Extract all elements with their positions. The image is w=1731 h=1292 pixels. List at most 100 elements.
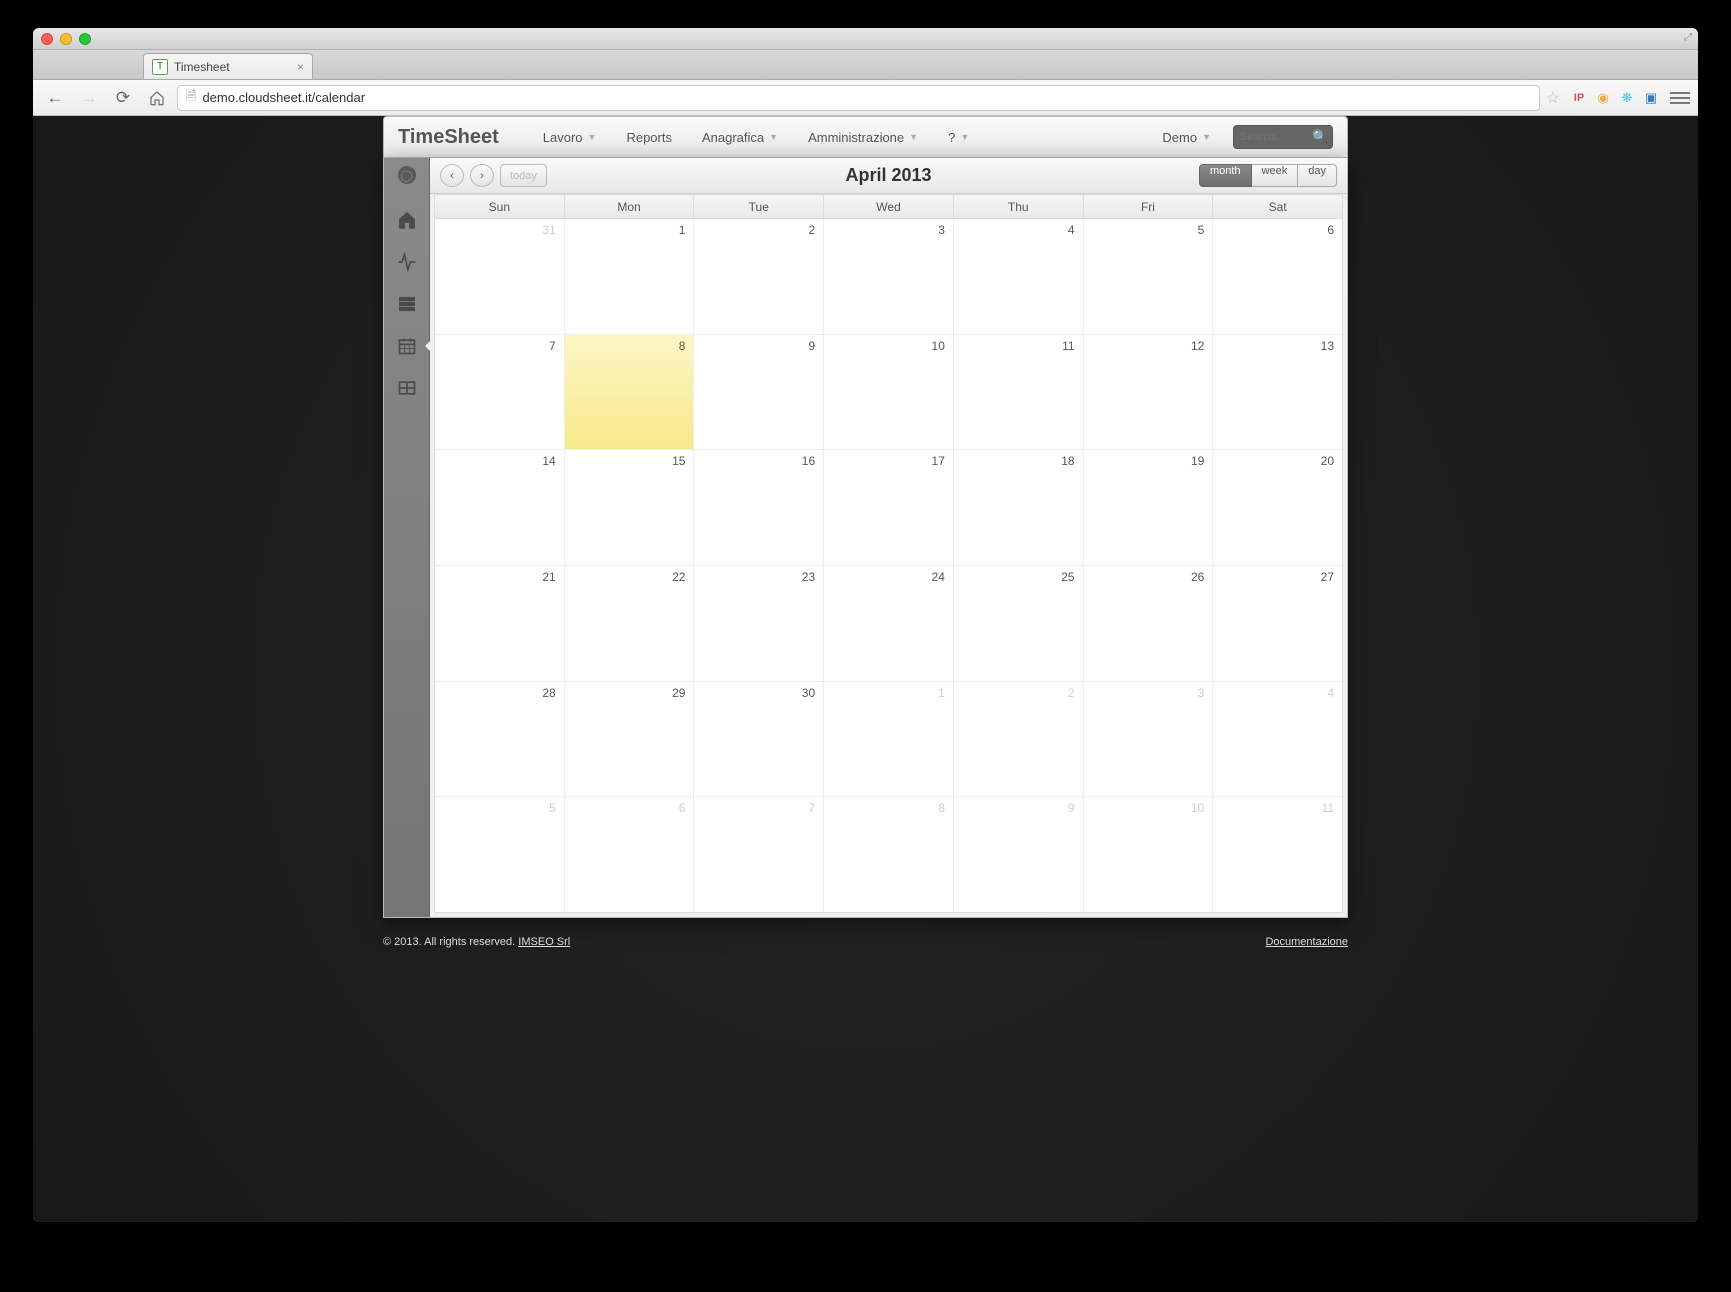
calendar-today-button[interactable]: today [500, 164, 547, 187]
calendar-day-cell[interactable]: 6 [1213, 219, 1342, 334]
menu-lavoro[interactable]: Lavoro▼ [529, 124, 611, 151]
back-button[interactable]: ← [41, 85, 69, 111]
tab-strip: T Timesheet × [33, 50, 1698, 80]
bookmark-star-icon[interactable]: ☆ [1546, 88, 1560, 108]
calendar-day-cell[interactable]: 28 [435, 682, 565, 797]
calendar-day-cell[interactable]: 11 [1213, 797, 1342, 912]
calendar-day-cell[interactable]: 3 [824, 219, 954, 334]
menu-label: Amministrazione [808, 130, 904, 145]
calendar-day-cell[interactable]: 10 [1084, 797, 1214, 912]
calendar-day-cell[interactable]: 15 [565, 450, 695, 565]
calendar-day-cell[interactable]: 2 [694, 219, 824, 334]
calendar-day-cell[interactable]: 22 [565, 566, 695, 681]
calendar-day-cell[interactable]: 29 [565, 682, 695, 797]
calendar-day-cell[interactable]: 5 [1084, 219, 1214, 334]
sidebar-item-activity[interactable] [395, 250, 419, 274]
calendar-day-cell[interactable]: 27 [1213, 566, 1342, 681]
calendar-day-cell[interactable]: 9 [954, 797, 1084, 912]
calendar-day-cell[interactable]: 21 [435, 566, 565, 681]
calendar-day-cell[interactable]: 1 [565, 219, 695, 334]
reload-button[interactable]: ⟳ [109, 85, 137, 111]
calendar-day-cell[interactable]: 14 [435, 450, 565, 565]
calendar-day-cell[interactable]: 8 [824, 797, 954, 912]
page-icon: 🗎 [186, 87, 196, 109]
view-month-button[interactable]: month [1199, 164, 1252, 187]
calendar-day-cell[interactable]: 4 [954, 219, 1084, 334]
sidebar-item-home[interactable] [395, 208, 419, 232]
calendar-day-cell[interactable]: 19 [1084, 450, 1214, 565]
calendar-day-cell[interactable]: 20 [1213, 450, 1342, 565]
calendar-day-number: 1 [938, 686, 945, 700]
calendar-day-cell[interactable]: 7 [694, 797, 824, 912]
footer-doc-link[interactable]: Documentazione [1265, 936, 1348, 948]
search-icon[interactable]: 🔍 [1312, 129, 1328, 145]
view-day-button[interactable]: day [1298, 164, 1337, 187]
calendar-day-cell[interactable]: 6 [565, 797, 695, 912]
calendar-day-cell[interactable]: 10 [824, 335, 954, 450]
footer-company-link[interactable]: IMSEO Srl [518, 936, 570, 948]
calendar-next-button[interactable]: › [470, 164, 494, 187]
search-box[interactable]: 🔍 [1233, 125, 1333, 149]
calendar-day-cell[interactable]: 8 [565, 335, 695, 450]
sidebar-item-list[interactable] [395, 292, 419, 316]
forward-button[interactable]: → [75, 85, 103, 111]
browser-menu-button[interactable] [1670, 92, 1690, 104]
browser-tab[interactable]: T Timesheet × [143, 53, 313, 79]
extension-radar-icon[interactable]: ◉ [1594, 89, 1612, 107]
menu-amministrazione[interactable]: Amministrazione▼ [794, 124, 932, 151]
calendar-icon [397, 336, 417, 356]
window-minimize-button[interactable] [60, 33, 72, 45]
resize-icon[interactable]: ⤢ [1684, 32, 1692, 43]
extension-windows-icon[interactable]: ▣ [1642, 89, 1660, 107]
calendar-day-number: 17 [932, 454, 945, 468]
calendar-day-cell[interactable]: 3 [1084, 682, 1214, 797]
user-menu[interactable]: Demo▼ [1150, 124, 1223, 151]
menu-label: Anagrafica [702, 130, 764, 145]
browser-toolbar: ← → ⟳ 🗎 demo.cloudsheet.it/calendar ☆ IP… [33, 80, 1698, 116]
search-input[interactable] [1240, 131, 1312, 143]
menu-help[interactable]: ?▼ [934, 124, 983, 151]
home-icon [397, 210, 417, 230]
calendar-day-cell[interactable]: 23 [694, 566, 824, 681]
calendar-day-cell[interactable]: 24 [824, 566, 954, 681]
window-zoom-button[interactable] [79, 33, 91, 45]
tab-close-icon[interactable]: × [297, 60, 304, 74]
calendar-day-cell[interactable]: 30 [694, 682, 824, 797]
extension-ip-icon[interactable]: IP [1570, 89, 1588, 107]
home-button[interactable] [143, 85, 171, 111]
calendar-day-number: 24 [932, 570, 945, 584]
address-bar[interactable]: 🗎 demo.cloudsheet.it/calendar [177, 85, 1540, 111]
calendar-day-cell[interactable]: 26 [1084, 566, 1214, 681]
chevron-left-icon: ‹ [450, 170, 454, 182]
sidebar-item-table[interactable] [395, 376, 419, 400]
calendar-day-cell[interactable]: 12 [1084, 335, 1214, 450]
calendar-day-cell[interactable]: 13 [1213, 335, 1342, 450]
calendar-day-number: 5 [549, 801, 556, 815]
calendar-day-cell[interactable]: 18 [954, 450, 1084, 565]
calendar-day-cell[interactable]: 1 [824, 682, 954, 797]
calendar-day-number: 3 [1198, 686, 1205, 700]
calendar-day-cell[interactable]: 16 [694, 450, 824, 565]
calendar-day-cell[interactable]: 11 [954, 335, 1084, 450]
view-week-button[interactable]: week [1252, 164, 1299, 187]
calendar-day-cell[interactable]: 31 [435, 219, 565, 334]
sidebar-item-calendar[interactable] [395, 334, 419, 358]
traffic-lights [41, 33, 91, 45]
calendar-day-cell[interactable]: 2 [954, 682, 1084, 797]
menu-reports[interactable]: Reports [612, 124, 686, 151]
calendar-day-number: 31 [542, 223, 555, 237]
menu-label: ? [948, 130, 955, 145]
calendar-day-cell[interactable]: 7 [435, 335, 565, 450]
calendar-day-cell[interactable]: 5 [435, 797, 565, 912]
extension-globe-icon[interactable]: ❋ [1618, 89, 1636, 107]
menu-anagrafica[interactable]: Anagrafica▼ [688, 124, 792, 151]
window-close-button[interactable] [41, 33, 53, 45]
calendar-day-cell[interactable]: 9 [694, 335, 824, 450]
sidebar-collapse-button[interactable]: ◯ [398, 166, 416, 184]
calendar-day-number: 14 [542, 454, 555, 468]
calendar-day-cell[interactable]: 17 [824, 450, 954, 565]
calendar-day-cell[interactable]: 25 [954, 566, 1084, 681]
calendar-prev-button[interactable]: ‹ [440, 164, 464, 187]
calendar-day-cell[interactable]: 4 [1213, 682, 1342, 797]
calendar-grid: SunMonTueWedThuFriSat 311234567891011121… [434, 194, 1343, 913]
